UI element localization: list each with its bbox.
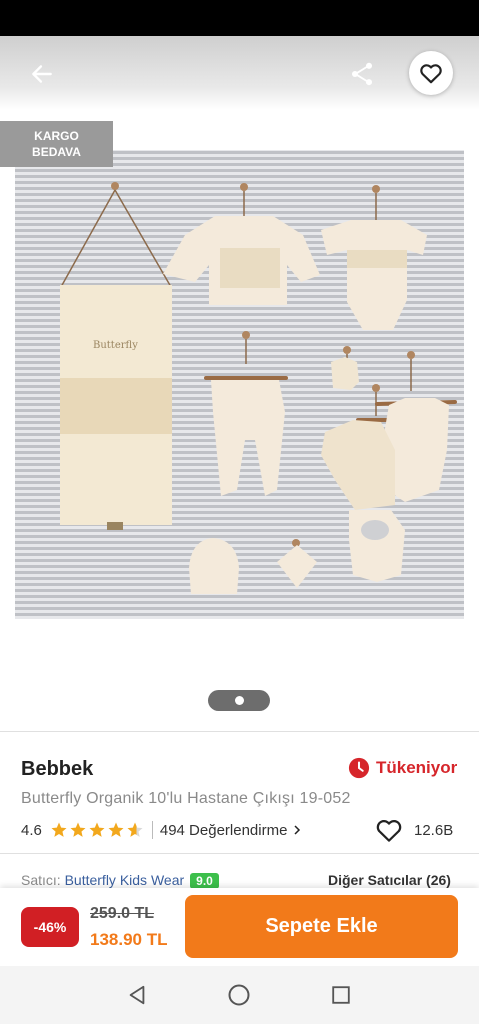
heart-icon: [420, 64, 442, 84]
free-shipping-badge: KARGO BEDAVA: [0, 121, 113, 167]
product-title: Butterfly Organik 10'lu Hastane Çıkışı 1…: [21, 790, 351, 807]
nav-home-button[interactable]: [224, 980, 254, 1010]
rating-separator: [151, 821, 153, 839]
system-nav-bar: [0, 966, 479, 1024]
star-half-icon: [127, 822, 143, 837]
old-price: 259.0 TL: [90, 905, 155, 922]
star-icon: [108, 822, 124, 837]
clock-icon: [348, 757, 370, 779]
favorite-count[interactable]: 12.6B: [374, 815, 453, 845]
circle-home-icon: [228, 984, 250, 1006]
product-image[interactable]: Butterfly: [15, 150, 464, 619]
back-button[interactable]: [24, 56, 60, 92]
purchase-bar: -46% 259.0 TL 138.90 TL Sepete Ekle: [0, 888, 479, 966]
seller-prefix: Satıcı:: [21, 872, 65, 888]
square-recent-icon: [332, 986, 350, 1004]
triangle-back-icon: [129, 985, 145, 1005]
star-icon: [70, 822, 86, 837]
badge-line-2: BEDAVA: [32, 145, 81, 159]
share-button[interactable]: [344, 56, 380, 92]
rating-row[interactable]: 4.6 494 Değerlendirme: [21, 818, 303, 842]
favorite-count-value: 12.6B: [414, 821, 454, 839]
carousel-dot-active: [234, 696, 244, 705]
star-icon: [89, 822, 105, 837]
brand-name[interactable]: Bebbek: [21, 758, 93, 781]
seller-score-badge: 9.0: [190, 873, 219, 889]
section-divider: [0, 853, 479, 854]
nav-recent-button[interactable]: [326, 980, 356, 1010]
other-sellers-link[interactable]: Diğer Satıcılar (26): [328, 872, 451, 888]
carousel-indicator[interactable]: [208, 690, 270, 711]
chevron-right-icon: [294, 825, 301, 835]
svg-text:Butterfly: Butterfly: [93, 340, 138, 351]
rating-value: 4.6: [21, 821, 42, 839]
top-app-bar: [0, 36, 479, 110]
heart-icon: [376, 819, 402, 842]
nav-back-button[interactable]: [122, 980, 152, 1010]
stock-status-text: Tükeniyor: [376, 758, 458, 777]
status-bar: [0, 0, 479, 36]
discount-badge: -46%: [21, 907, 79, 947]
arrow-left-icon: [32, 65, 52, 83]
share-icon: [351, 62, 373, 86]
baby-clothes-set-illustration: Butterfly: [60, 182, 457, 594]
seller-name[interactable]: Butterfly Kids Wear: [65, 872, 185, 888]
add-to-cart-button[interactable]: Sepete Ekle: [185, 895, 458, 958]
reviews-link[interactable]: 494 Değerlendirme: [160, 822, 288, 839]
new-price: 138.90 TL: [90, 930, 168, 949]
star-icon: [51, 822, 67, 837]
section-divider: [0, 731, 479, 732]
badge-line-1: KARGO: [34, 129, 79, 143]
favorite-button[interactable]: [409, 51, 453, 95]
rating-stars: [50, 821, 144, 839]
stock-status: Tükeniyor: [348, 757, 457, 779]
